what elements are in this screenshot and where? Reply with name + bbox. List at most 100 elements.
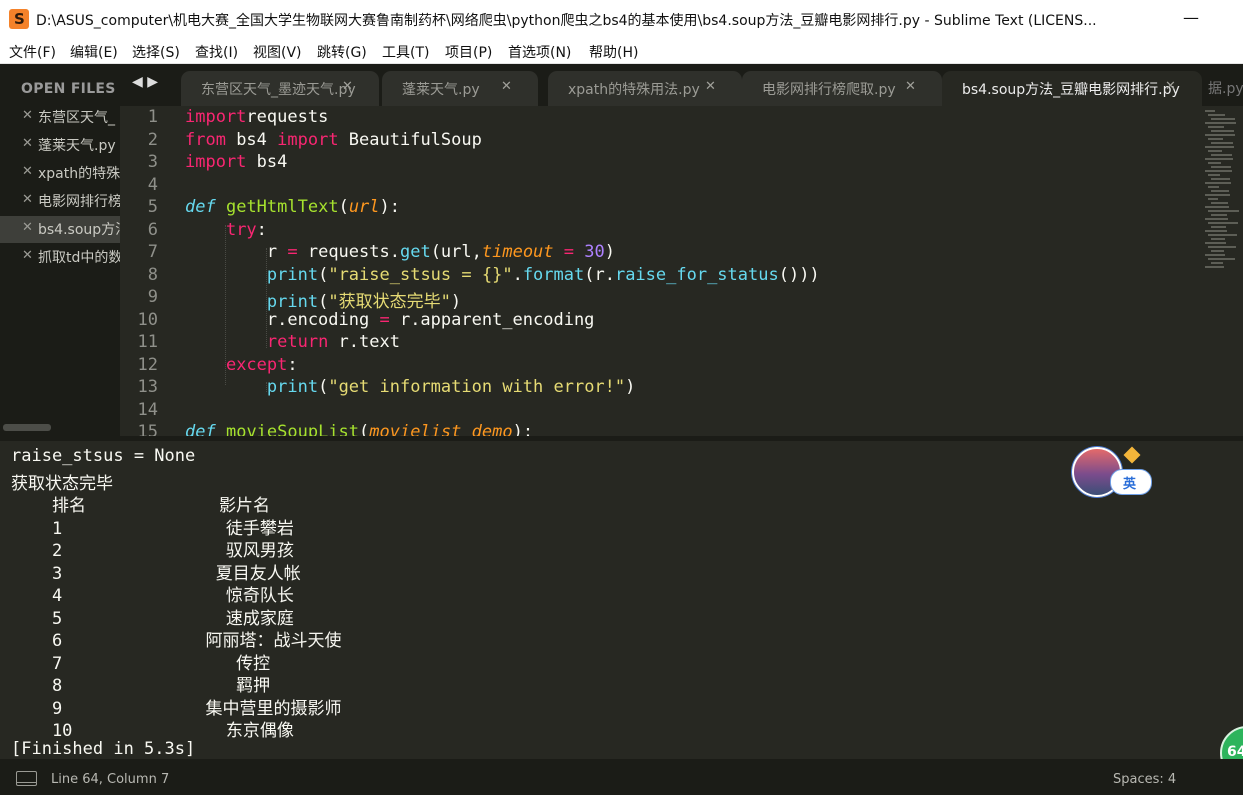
cursor-position: Line 64, Column 7 (51, 772, 170, 787)
sidebar-file-item[interactable]: ✕ 抓取td中的数 (0, 244, 120, 271)
menu-item[interactable]: 帮助(H) (589, 42, 638, 62)
sidebar-file-label: 抓取td中的数 (38, 250, 120, 266)
menu-item[interactable]: 查找(I) (195, 42, 238, 62)
code-line[interactable]: 4 (120, 175, 1200, 197)
sidebar-file-item[interactable]: ✕ xpath的特殊 (0, 160, 120, 187)
close-file-icon[interactable]: ✕ (22, 248, 33, 263)
close-tab-icon[interactable]: ✕ (501, 79, 512, 94)
menu-item[interactable]: 选择(S) (132, 42, 180, 62)
menu-item[interactable]: 首选项(N) (508, 42, 571, 62)
code-editor[interactable]: 1 importrequests 2 from bs4 import Beautifu… (120, 106, 1243, 436)
code-token: ) (625, 377, 636, 397)
menu-item[interactable]: 工具(T) (382, 42, 429, 62)
minimap-line (1208, 126, 1224, 128)
minimap-line (1205, 134, 1235, 136)
tab-overflow-label[interactable]: 据.py (1208, 78, 1243, 98)
code-line[interactable]: 14 (120, 400, 1200, 422)
line-number: 4 (147, 174, 158, 195)
line-number: 11 (137, 332, 158, 352)
editor-tab[interactable]: xpath的特殊用法.py ✕ (548, 71, 742, 106)
line-number: 6 (147, 219, 158, 240)
ime-widget[interactable]: 英 (1072, 446, 1152, 497)
code-token: ( (359, 422, 370, 436)
close-file-icon[interactable]: ✕ (22, 108, 33, 123)
sidebar-file-item[interactable]: ✕ 蓬莱天气.py (0, 132, 120, 159)
code-text: return r.text (185, 332, 400, 352)
minimize-button[interactable]: — (1178, 6, 1204, 30)
menu-item[interactable]: 视图(V) (253, 42, 302, 62)
code-token: from (185, 129, 226, 150)
code-token: requests (246, 107, 329, 127)
code-line[interactable]: 9 print("获取状态完毕") (120, 287, 1200, 312)
minimap-line (1208, 246, 1236, 248)
output-line: 排名 影片名 (11, 496, 270, 516)
menu-item[interactable]: 项目(P) (445, 42, 492, 62)
minimap-line (1211, 154, 1232, 156)
code-line[interactable]: 2 from bs4 import BeautifulSoup (120, 130, 1200, 152)
code-line[interactable]: 7 r = requests.get(url,timeout = 30) (120, 242, 1200, 264)
editor-tab[interactable]: bs4.soup方法_豆瓣电影网排行.py ✕ (942, 71, 1202, 106)
close-file-icon[interactable]: ✕ (22, 164, 33, 179)
code-line[interactable]: 13 print("get information with error!") (120, 377, 1200, 399)
minimap-line (1211, 118, 1235, 120)
minimap-line (1211, 262, 1223, 264)
code-token: ) (604, 242, 616, 262)
code-line[interactable]: 12 except: (120, 355, 1200, 377)
menu-item[interactable]: 跳转(G) (317, 42, 367, 62)
show-panel-icon[interactable] (16, 771, 37, 786)
code-text: import bs4 (185, 152, 287, 172)
sidebar-file-item[interactable]: ✕ bs4.soup方法 (0, 216, 120, 243)
line-number: 12 (137, 354, 158, 375)
code-token: "raise_stsus = {}" (328, 264, 513, 285)
indentation-setting[interactable]: Spaces: 4 (1113, 772, 1176, 787)
code-token: = (379, 309, 390, 330)
minimap-line (1205, 194, 1230, 196)
minimap-line (1208, 186, 1219, 188)
code-line[interactable]: 1 importrequests (120, 107, 1200, 129)
close-file-icon[interactable]: ✕ (22, 136, 33, 151)
line-number: 3 (147, 152, 158, 172)
editor-tab[interactable]: 电影网排行榜爬取.py ✕ (742, 71, 942, 106)
editor-tab[interactable]: 东营区天气_墨迹天气.py ✕ (181, 71, 379, 106)
close-file-icon[interactable]: ✕ (22, 192, 33, 207)
code-token: import (277, 129, 339, 150)
code-token: (r. (584, 264, 615, 285)
code-token: try (225, 219, 257, 240)
close-tab-icon[interactable]: ✕ (1165, 79, 1176, 94)
code-line[interactable]: 11 return r.text (120, 332, 1200, 354)
code-line[interactable]: 5 def getHtmlText(url): (120, 197, 1200, 219)
minimap-line (1208, 222, 1238, 224)
menu-item[interactable]: 文件(F) (9, 42, 56, 62)
code-token: bs4 (246, 152, 288, 172)
code-line[interactable]: 3 import bs4 (120, 152, 1200, 174)
code-line[interactable]: 15 def movieSoupList(movielist_demo): (120, 422, 1200, 436)
tab-label: bs4.soup方法_豆瓣电影网排行.py (962, 82, 1180, 98)
tab-label: 电影网排行榜爬取.py (762, 82, 896, 98)
minimap[interactable] (1203, 106, 1243, 276)
ime-language-toggle[interactable]: 英 (1110, 469, 1152, 495)
minimap-line (1205, 230, 1227, 232)
code-line[interactable]: 10 r.encoding = r.apparent_encoding (120, 310, 1200, 332)
code-line[interactable]: 6 try: (120, 220, 1200, 242)
sidebar-file-item[interactable]: ✕ 电影网排行榜 (0, 188, 120, 215)
code-text: r.encoding = r.apparent_encoding (185, 309, 595, 330)
close-tab-icon[interactable]: ✕ (342, 79, 353, 94)
code-token: 30 (584, 242, 605, 262)
sidebar-scrollbar[interactable] (3, 424, 51, 431)
sidebar-file-item[interactable]: ✕ 东营区天气_ (0, 104, 120, 131)
close-tab-icon[interactable]: ✕ (905, 79, 916, 94)
tab-nav-arrows-icon[interactable]: ◀ ▶ (132, 74, 158, 90)
menu-item[interactable]: 编辑(E) (70, 42, 118, 62)
code-line[interactable]: 8 print("raise_stsus = {}".format(r.rais… (120, 265, 1200, 287)
output-line: 1 徒手攀岩 (11, 518, 294, 539)
close-file-icon[interactable]: ✕ (22, 220, 33, 235)
sublime-app-icon: S (9, 9, 29, 29)
code-token: import (185, 152, 247, 172)
close-tab-icon[interactable]: ✕ (705, 79, 716, 94)
code-token: : (256, 219, 267, 240)
line-number: 8 (147, 264, 158, 285)
editor-tab[interactable]: 蓬莱天气.py ✕ (382, 71, 538, 106)
minimap-line (1205, 122, 1236, 124)
